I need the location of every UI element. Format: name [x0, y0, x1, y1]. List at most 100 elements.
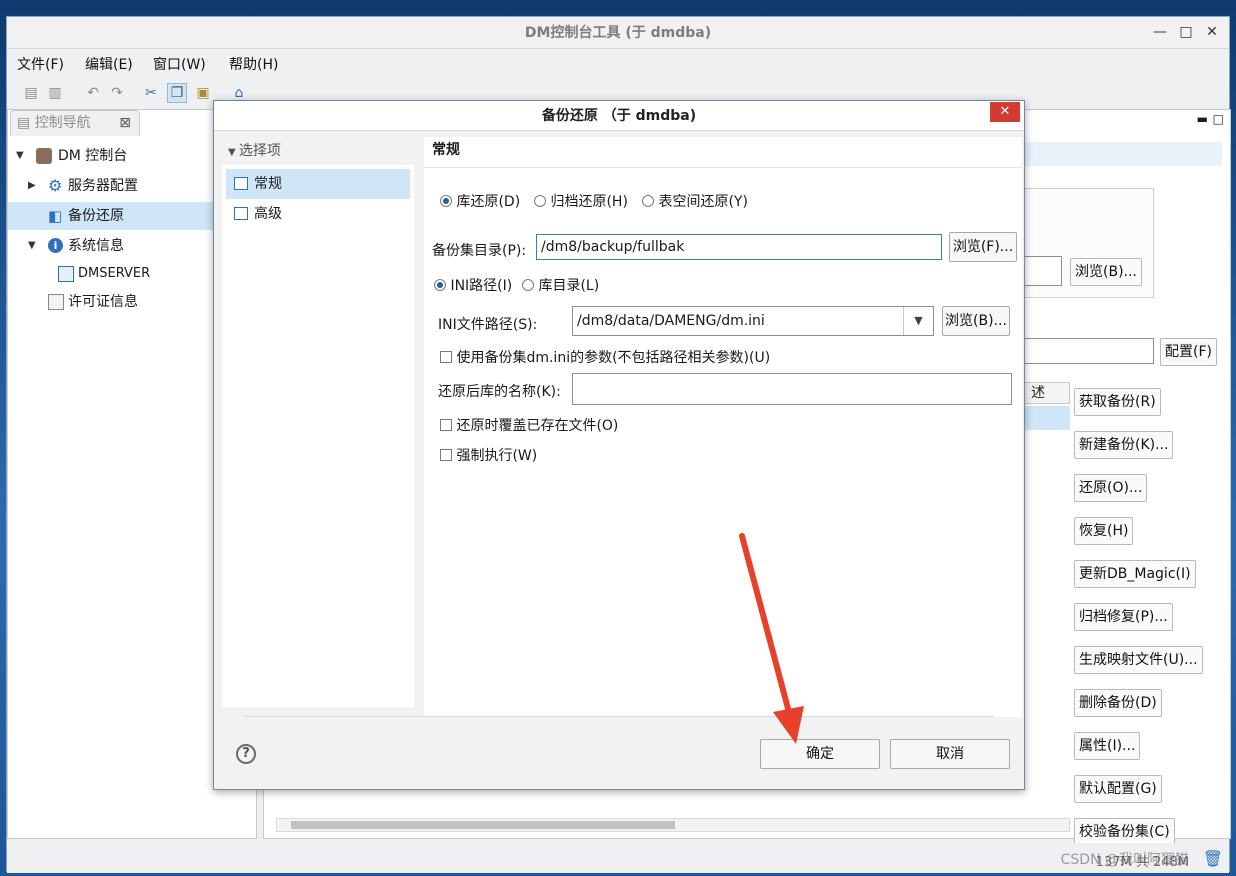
scrollbar-thumb[interactable]	[291, 821, 675, 829]
radio-label: 库目录(L)	[538, 278, 600, 294]
option-general[interactable]: 常规	[226, 169, 410, 199]
tree-label: DMSERVER	[78, 266, 151, 281]
tree-label: 系统信息	[68, 238, 124, 254]
checkbox-icon	[440, 351, 452, 363]
collapse-icon[interactable]: ▼	[16, 142, 24, 170]
cut-icon[interactable]: ✂	[141, 83, 161, 103]
dialog-title: 备份还原 （于 dmdba)	[214, 101, 1024, 131]
paste-icon[interactable]: ▣	[193, 83, 213, 103]
radio-label: 表空间还原(Y)	[658, 194, 748, 210]
ini-path-label: INI文件路径(S):	[438, 317, 538, 333]
section-title: 常规	[432, 142, 460, 158]
option-advanced[interactable]: 高级	[226, 199, 410, 229]
radio-label: INI路径(I)	[450, 278, 513, 294]
footer-divider	[244, 716, 994, 717]
new-backup-button[interactable]: 新建备份(K)...	[1074, 431, 1174, 459]
radio-ini-path[interactable]: INI路径(I)	[434, 275, 512, 295]
checkbox-icon	[440, 419, 452, 431]
browse-f-button[interactable]: 浏览(F)...	[949, 232, 1017, 262]
nav-tab[interactable]: ▤ 控制导航 ⊠	[10, 110, 140, 136]
menu-edit[interactable]: 编辑(E)	[85, 54, 133, 74]
collapse-icon[interactable]: ▼	[28, 232, 36, 260]
options-tree: ▼ 选择项 常规 高级	[222, 137, 414, 707]
table-row-selected[interactable]	[1024, 406, 1070, 430]
path-input-stub[interactable]	[1024, 256, 1062, 286]
save-icon[interactable]: ▤	[21, 83, 41, 103]
options-header-label: 选择项	[238, 143, 281, 159]
archive-repair-button[interactable]: 归档修复(P)...	[1074, 603, 1173, 631]
radio-icon	[440, 195, 452, 207]
dialog-close-icon[interactable]: ✕	[990, 102, 1020, 122]
verify-backup-button[interactable]: 校验备份集(C)	[1074, 818, 1175, 846]
radio-icon	[642, 195, 654, 207]
arrow-shaft	[739, 533, 793, 719]
page-icon	[234, 177, 248, 190]
generate-mapping-button[interactable]: 生成映射文件(U)...	[1074, 646, 1203, 674]
maximize-icon[interactable]: □	[1173, 17, 1199, 47]
cancel-button[interactable]: 取消	[890, 739, 1010, 769]
overwrite-checkbox[interactable]: 还原时覆盖已存在文件(O)	[440, 415, 618, 435]
window-title: DM控制台工具 (于 dmdba)	[7, 17, 1229, 49]
info-icon: i	[48, 238, 63, 253]
default-config-button[interactable]: 默认配置(G)	[1074, 775, 1162, 803]
expand-icon[interactable]: ▶	[28, 172, 36, 200]
tab-close-icon[interactable]: ⊠	[119, 111, 131, 135]
options-header[interactable]: ▼ 选择项	[222, 137, 414, 165]
config-button[interactable]: 配置(F)	[1160, 338, 1217, 366]
page-icon	[234, 207, 248, 220]
restored-name-label: 还原后库的名称(K):	[438, 384, 561, 400]
radio-label: 归档还原(H)	[550, 194, 628, 210]
collapse-icon: ▼	[228, 147, 239, 158]
arrow-head	[773, 706, 804, 744]
menu-help[interactable]: 帮助(H)	[229, 54, 278, 74]
config-input-stub[interactable]	[1024, 338, 1154, 364]
close-icon[interactable]: ✕	[1199, 17, 1225, 47]
delete-backup-button[interactable]: 删除备份(D)	[1074, 689, 1162, 717]
panel-maximize-icon[interactable]: □	[1213, 112, 1224, 126]
checkbox-label: 强制执行(W)	[456, 448, 538, 464]
database-icon	[36, 148, 52, 164]
radio-icon	[522, 279, 534, 291]
radio-icon	[534, 195, 546, 207]
help-icon[interactable]: ?	[236, 744, 256, 764]
fetch-backup-button[interactable]: 获取备份(R)	[1074, 388, 1161, 416]
backup-icon: ◧	[48, 207, 63, 225]
save-all-icon[interactable]: ▥	[45, 83, 65, 103]
license-icon	[48, 294, 64, 310]
chevron-down-icon[interactable]: ▼	[903, 307, 933, 335]
redo-icon[interactable]: ↷	[107, 83, 127, 103]
menu-window[interactable]: 窗口(W)	[153, 54, 206, 74]
minimize-icon[interactable]: —	[1147, 17, 1173, 47]
radio-tablespace-restore[interactable]: 表空间还原(Y)	[642, 191, 748, 211]
panel-minimize-icon[interactable]: ▬	[1197, 112, 1208, 126]
copy-icon[interactable]: ❐	[167, 83, 187, 103]
menu-file[interactable]: 文件(F)	[17, 54, 64, 74]
restored-name-input[interactable]	[572, 373, 1012, 405]
horizontal-scrollbar[interactable]	[276, 818, 1070, 832]
browse-button[interactable]: 浏览(B)...	[1070, 258, 1142, 286]
backup-dir-input[interactable]: /dm8/backup/fullbak	[536, 234, 942, 260]
ini-path-select[interactable]: /dm8/data/DAMENG/dm.ini ▼	[572, 306, 934, 336]
table-icon	[58, 266, 74, 282]
menu-bar: 文件(F) 编辑(E) 窗口(W) 帮助(H)	[7, 50, 1229, 76]
properties-button[interactable]: 属性(I)...	[1074, 732, 1141, 760]
use-backup-ini-checkbox[interactable]: 使用备份集dm.ini的参数(不包括路径相关参数)(U)	[440, 347, 770, 367]
radio-db-restore[interactable]: 库还原(D)	[440, 191, 520, 211]
radio-archive-restore[interactable]: 归档还原(H)	[534, 191, 628, 211]
force-checkbox[interactable]: 强制执行(W)	[440, 445, 537, 465]
status-bar: CSDN @我叫阿狸猫 137M 共 248M 🗑	[7, 843, 1229, 873]
restore-button[interactable]: 还原(O)...	[1074, 474, 1148, 502]
undo-icon[interactable]: ↶	[83, 83, 103, 103]
radio-db-dir[interactable]: 库目录(L)	[522, 275, 599, 295]
radio-label: 库还原(D)	[456, 194, 521, 210]
tree-label: 许可证信息	[68, 294, 138, 310]
browse-b-button[interactable]: 浏览(B)...	[942, 306, 1010, 336]
recover-button[interactable]: 恢复(H)	[1074, 517, 1134, 545]
update-db-magic-button[interactable]: 更新DB_Magic(I)	[1074, 560, 1196, 588]
trash-icon[interactable]: 🗑	[1203, 849, 1223, 868]
nav-tab-icon: ▤	[17, 115, 35, 131]
tree-label: 备份还原	[68, 208, 124, 224]
tree-label: DM 控制台	[58, 148, 128, 164]
checkbox-label: 使用备份集dm.ini的参数(不包括路径相关参数)(U)	[456, 350, 771, 366]
backup-restore-dialog: 备份还原 （于 dmdba) ✕ ▼ 选择项 常规 高级 常规 库还原(D) 归…	[213, 100, 1025, 790]
